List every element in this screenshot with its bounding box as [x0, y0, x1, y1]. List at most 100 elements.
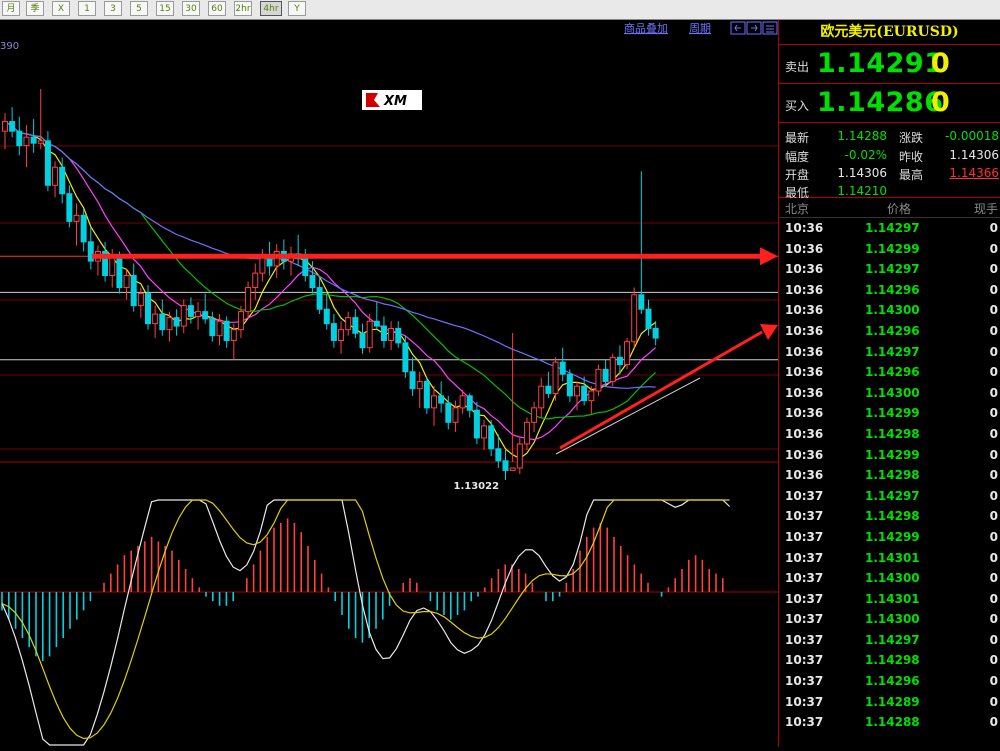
period-button[interactable]: 60: [208, 1, 226, 16]
candle-body: [30, 136, 37, 144]
tick-row: 10:36 1.14298 0: [779, 424, 1000, 445]
candle-body: [602, 368, 609, 382]
candle-body: [445, 402, 452, 423]
period-button[interactable]: 2hr: [234, 1, 252, 16]
tick-volume: 0: [989, 571, 998, 586]
open-label: 开盘: [785, 168, 810, 182]
tick-price: 1.14299: [865, 529, 920, 544]
tick-price: 1.14301: [865, 550, 920, 565]
sell-quote[interactable]: 卖出 1.14291 0: [779, 45, 1000, 84]
period-button[interactable]: X: [52, 1, 70, 16]
tick-row: 10:37 1.14296 0: [779, 671, 1000, 692]
tick-time: 10:36: [785, 303, 824, 318]
period-menu-link[interactable]: 周期: [689, 22, 711, 35]
overlay-menu-link[interactable]: 商品叠加: [624, 21, 668, 35]
candle-body: [431, 395, 437, 409]
tick-row: 10:36 1.14300 0: [779, 383, 1000, 404]
symbol-title: 欧元美元(EURUSD): [779, 20, 1000, 45]
candle-body: [195, 311, 202, 317]
tick-volume: 0: [989, 365, 998, 380]
tick-price: 1.14297: [865, 221, 920, 235]
candle-body: [416, 380, 423, 390]
candle-body: [323, 308, 330, 325]
candle-body: [466, 395, 473, 411]
candle-body: [59, 166, 66, 195]
min-price-label: 1.13022: [454, 481, 500, 492]
candle-body: [52, 166, 59, 186]
buy-quote[interactable]: 买入 1.14286 0: [779, 84, 1000, 123]
tick-time: 10:36: [785, 385, 824, 400]
tick-price: 1.14296: [865, 674, 920, 689]
tick-time: 10:36: [785, 468, 824, 483]
tick-row: 10:37 1.14301 0: [779, 548, 1000, 569]
stats-block: 最新 1.14288 涨跌 -0.00018 幅度 -0.02% 昨收 1.14…: [779, 123, 1000, 200]
candle-body: [73, 214, 80, 222]
candle-body: [44, 140, 51, 186]
candle-body: [37, 140, 44, 144]
period-button[interactable]: 5: [130, 1, 148, 16]
tick-volume: 0: [989, 468, 998, 483]
tick-time: 10:37: [785, 715, 824, 730]
candle-body: [495, 448, 502, 462]
tick-row: 10:37 1.14298 0: [779, 506, 1000, 527]
candle-body: [502, 460, 509, 471]
high-value: 1.14366: [949, 166, 999, 180]
tick-volume: 0: [989, 221, 998, 235]
candle-body: [187, 305, 194, 317]
tick-volume: 0: [989, 632, 998, 647]
period-button[interactable]: 15: [156, 1, 174, 16]
candle-body: [237, 311, 244, 331]
tick-row: 10:36 1.14296 0: [779, 362, 1000, 383]
tick-row: 10:37 1.14299 0: [779, 527, 1000, 548]
tick-time: 10:36: [785, 323, 824, 338]
tick-list[interactable]: 10:36 1.14297 0 10:36 1.14299 0 10:36 1.14297 0 1…: [779, 218, 1000, 733]
candle-body: [545, 385, 552, 394]
period-button[interactable]: 3: [104, 1, 122, 16]
period-button[interactable]: 月: [2, 1, 20, 16]
sell-price-suffix: 0: [931, 48, 950, 79]
tick-price: 1.14296: [865, 282, 920, 297]
high-label: 最高: [899, 168, 924, 182]
tick-time: 10:37: [785, 632, 824, 647]
change-label: 涨跌: [899, 131, 924, 145]
xm-watermark: XM: [362, 90, 422, 110]
candle-body: [552, 361, 559, 394]
candle-body: [509, 467, 516, 471]
tick-price: 1.14298: [865, 653, 920, 668]
buy-price: 1.14286: [817, 87, 944, 118]
tick-volume: 0: [989, 674, 998, 689]
candle-body: [373, 320, 380, 327]
ticks-header: 北京 价格 现手: [779, 198, 1000, 218]
candle-body: [581, 385, 588, 402]
tick-price: 1.14298: [865, 509, 920, 524]
tick-time: 10:36: [785, 282, 824, 297]
tick-time: 10:36: [785, 447, 824, 462]
tick-volume: 0: [989, 591, 998, 606]
tick-row: 10:37 1.14288 0: [779, 712, 1000, 733]
period-button[interactable]: 4hr: [260, 1, 282, 16]
candle-body: [452, 407, 459, 423]
tick-time: 10:37: [785, 550, 824, 565]
candle-body: [645, 308, 652, 329]
tick-price: 1.14300: [865, 571, 920, 586]
candle-body: [152, 313, 159, 325]
period-button[interactable]: 1: [78, 1, 96, 16]
candle-body: [137, 293, 144, 307]
tick-price: 1.14296: [865, 365, 920, 380]
period-button[interactable]: 季: [26, 1, 44, 16]
tick-row: 10:37 1.14300 0: [779, 609, 1000, 630]
candle-body: [145, 293, 151, 325]
candle-body: [130, 275, 137, 307]
tick-time: 10:36: [785, 426, 824, 441]
tick-price: 1.14300: [865, 385, 920, 400]
period-button[interactable]: 30: [182, 1, 200, 16]
tick-price: 1.14301: [865, 591, 920, 606]
tick-price: 1.14298: [865, 468, 920, 483]
chart-area[interactable]: 1.13022 390 商品叠加 周期 XM: [0, 20, 778, 747]
tick-volume: 0: [989, 282, 998, 297]
tick-volume: 0: [989, 262, 998, 277]
period-button[interactable]: Y: [288, 1, 306, 16]
candlestick-chart[interactable]: 1.13022 390 商品叠加 周期 XM: [0, 20, 778, 747]
candle-body: [574, 385, 580, 397]
tick-volume: 0: [989, 447, 998, 462]
